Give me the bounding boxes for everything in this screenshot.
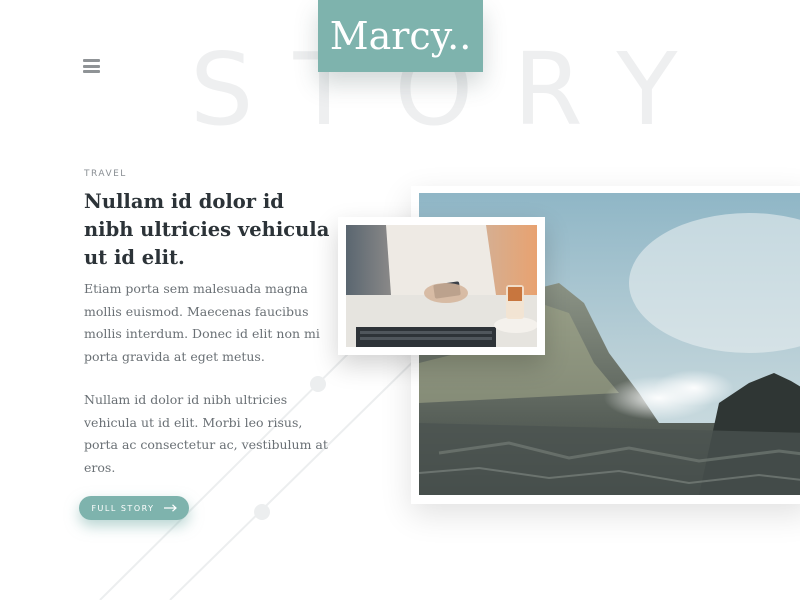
- decorative-dot: [254, 504, 270, 520]
- brand-logo[interactable]: Marcy..: [318, 0, 483, 72]
- arrow-right-icon: [163, 504, 177, 512]
- article-category: TRAVEL: [84, 169, 127, 179]
- full-story-label: FULL STORY: [91, 503, 155, 513]
- article-paragraph: Etiam porta sem malesuada magna mollis e…: [84, 281, 320, 364]
- menu-icon[interactable]: [83, 59, 100, 73]
- inset-photo-laptop-phone: [346, 225, 537, 347]
- inset-image-frame: [338, 217, 545, 355]
- full-story-button[interactable]: FULL STORY: [79, 496, 189, 520]
- article-paragraph: Nullam id dolor id nibh ultricies vehicu…: [84, 392, 328, 475]
- article-headline: Nullam id dolor id nibh ultricies vehicu…: [84, 190, 330, 269]
